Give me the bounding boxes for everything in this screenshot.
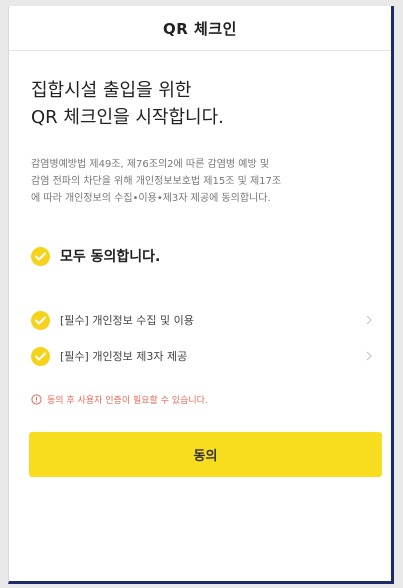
headline-line-2: QR 체크인을 시작합니다. [31, 107, 224, 128]
description-line-1: 감염병예방법 제49조, 제76조의2에 따른 감염병 예방 및 [31, 159, 270, 170]
agree-button-label: 동의 [193, 448, 218, 463]
headline-line-1: 집합시설 출입을 위한 [31, 80, 192, 101]
checkmark-circle-icon [31, 246, 50, 266]
agree-all-checkbox[interactable]: 모두 동의합니다. [31, 246, 160, 266]
chevron-right-icon[interactable] [362, 349, 376, 363]
description-line-2: 감염 전파의 차단을 위해 개인정보보호법 제15조 및 제17조 [31, 176, 282, 187]
page-title: QR 체크인 [163, 19, 237, 38]
consent-item-third-party[interactable]: [필수] 개인정보 제3자 제공 [31, 345, 376, 367]
consent-description: 감염병예방법 제49조, 제76조의2에 따른 감염병 예방 및 감염 전파의 … [31, 156, 376, 207]
agree-button[interactable]: 동의 [29, 432, 382, 477]
info-circle-icon [31, 390, 42, 409]
app-frame: QR 체크인 집합시설 출입을 위한 QR 체크인을 시작합니다. 감염병예방법… [8, 6, 394, 584]
auth-notice: 동의 후 사용자 인증이 필요할 수 있습니다. [31, 390, 208, 409]
checkmark-circle-icon [31, 346, 50, 366]
notice-text: 동의 후 사용자 인증이 필요할 수 있습니다. [47, 396, 208, 406]
consent-item-label: [필수] 개인정보 제3자 제공 [60, 350, 188, 363]
headline: 집합시설 출입을 위한 QR 체크인을 시작합니다. [31, 77, 224, 131]
description-line-3: 에 따라 개인정보의 수집•이용•제3자 제공에 동의합니다. [31, 193, 271, 204]
consent-item-collection[interactable]: [필수] 개인정보 수집 및 이용 [31, 309, 376, 331]
header-bar: QR 체크인 [9, 6, 391, 51]
agree-all-label: 모두 동의합니다. [60, 249, 161, 265]
checkmark-circle-icon [31, 310, 50, 330]
consent-item-label: [필수] 개인정보 수집 및 이용 [60, 314, 194, 327]
chevron-right-icon[interactable] [362, 313, 376, 327]
